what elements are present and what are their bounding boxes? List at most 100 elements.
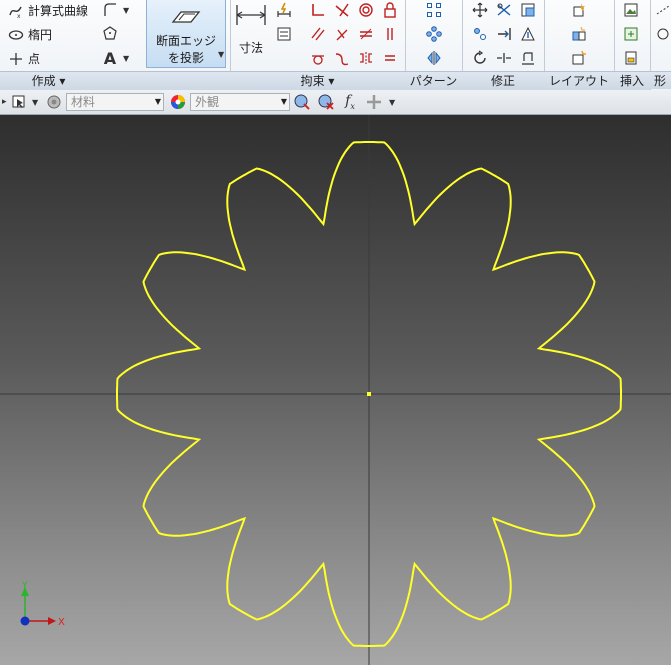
coincident-constraint-button[interactable] — [308, 0, 328, 20]
adjust-appearance-icon — [294, 94, 310, 110]
copy-button[interactable] — [470, 24, 490, 44]
project-cut-edges-button[interactable]: 断面エッジ を投影 — [146, 0, 226, 68]
acad-file-icon — [625, 51, 637, 65]
circular-pattern-button[interactable] — [424, 24, 444, 44]
constraint-panel-footer[interactable]: 拘束 ▾ — [230, 71, 405, 90]
vertical-constraint-button[interactable] — [380, 24, 400, 44]
y-axis-label: Y — [21, 581, 28, 591]
text-icon: A — [103, 48, 117, 68]
text-dropdown-arrow[interactable]: ▼ — [123, 54, 129, 63]
select-icon — [12, 95, 25, 108]
draw-panel-footer[interactable]: 作成 ▾ — [0, 71, 97, 90]
smooth-constraint-button[interactable] — [332, 48, 352, 68]
fillet-button[interactable] — [100, 0, 120, 20]
mirror-button[interactable] — [424, 48, 444, 68]
insert-panel-title: 挿入 — [619, 74, 644, 88]
x-arrowhead — [48, 617, 56, 625]
format-panel-footer: 形 — [650, 71, 671, 89]
sketch-graphics[interactable]: Y X — [0, 115, 671, 665]
move-icon — [472, 2, 488, 18]
dimension-button[interactable]: 寸法 — [233, 2, 269, 68]
layout-panel-footer: レイアウト — [544, 71, 614, 90]
constraint-panel-title: 拘束 — [300, 74, 325, 88]
create-block-button[interactable] — [569, 48, 589, 68]
point-command[interactable]: 点 — [8, 50, 40, 67]
project-dropdown-arrow[interactable]: ▼ — [218, 50, 224, 59]
select-mode-dropdown[interactable]: ▼ — [32, 98, 38, 107]
adjust-appearance-button[interactable] — [292, 92, 312, 112]
insert-points-button[interactable] — [621, 24, 641, 44]
symmetric-icon — [360, 52, 372, 64]
modify-panel-title: 修正 — [490, 74, 515, 88]
appearance-combo[interactable]: 外観 ▼ — [190, 93, 290, 111]
rotate-button[interactable] — [470, 48, 490, 68]
point-label: 点 — [28, 52, 41, 66]
modify-panel-footer: 修正 — [462, 71, 544, 90]
material-icon — [47, 95, 61, 109]
sketch-canvas[interactable]: Y X — [0, 115, 671, 665]
image-icon — [624, 3, 638, 17]
fillet-icon — [104, 3, 116, 16]
measure-dropdown[interactable]: ▼ — [389, 98, 395, 107]
rectangular-pattern-icon — [427, 3, 441, 17]
polygon-button[interactable] — [100, 23, 120, 43]
pattern-panel-title: パターン — [409, 74, 458, 88]
symmetric-constraint-button[interactable] — [356, 48, 376, 68]
crosshair-icon — [367, 95, 381, 109]
insert-image-button[interactable] — [621, 0, 641, 20]
split-icon — [497, 53, 511, 63]
horizontal-constraint-button[interactable] — [356, 24, 376, 44]
project-panel-footer — [145, 71, 230, 90]
draw-panel-footer-ext — [97, 71, 145, 90]
make-components-button[interactable] — [569, 24, 589, 44]
fillet-dropdown-arrow[interactable]: ▼ — [123, 6, 129, 15]
make-part-button[interactable] — [569, 0, 589, 20]
split-button[interactable] — [494, 48, 514, 68]
circular-pattern-icon — [426, 26, 442, 42]
show-constraints-button[interactable] — [274, 24, 294, 44]
stretch-button[interactable] — [518, 24, 538, 44]
appearance-dropdown-arrow: ▼ — [280, 97, 287, 106]
perpendicular-constraint-button[interactable] — [332, 24, 352, 44]
equal-constraint-button[interactable] — [380, 48, 400, 68]
dimension-label: 寸法 — [238, 41, 263, 55]
appearance-icon-button — [168, 92, 188, 112]
format-button-1[interactable] — [653, 0, 671, 20]
sketch-origin-point[interactable] — [367, 392, 371, 396]
material-combo[interactable]: 材料 ▼ — [66, 93, 164, 111]
concentric-icon — [359, 3, 373, 17]
fix-constraint-button[interactable] — [380, 0, 400, 20]
format-button-2[interactable] — [653, 24, 671, 44]
show-constraints-icon — [277, 27, 291, 41]
scale-button[interactable] — [518, 0, 538, 20]
create-block-icon — [572, 50, 586, 65]
collinear-constraint-button[interactable] — [332, 0, 352, 20]
rectangular-pattern-button[interactable] — [424, 0, 444, 20]
mirror-icon — [427, 51, 441, 65]
parallel-constraint-button[interactable] — [308, 24, 328, 44]
coincident-icon — [312, 4, 324, 16]
move-button[interactable] — [470, 0, 490, 20]
auto-dimension-icon — [277, 2, 291, 17]
clear-appearance-icon — [318, 94, 334, 110]
insert-acad-button[interactable] — [621, 48, 641, 68]
copy-icon — [474, 28, 486, 40]
lock-icon — [384, 2, 396, 18]
select-mode-button[interactable] — [9, 92, 29, 112]
measure-button[interactable] — [364, 92, 384, 112]
text-button[interactable]: A — [100, 48, 120, 68]
offset-button[interactable] — [518, 48, 538, 68]
svg-text:x: x — [17, 13, 21, 19]
appearance-value: 外観 — [195, 95, 220, 109]
trim-button[interactable] — [494, 0, 514, 20]
parallel-icon — [311, 27, 325, 41]
tangent-constraint-button[interactable] — [308, 48, 328, 68]
parameters-fx-button[interactable]: fx — [340, 92, 360, 112]
extend-button[interactable] — [494, 24, 514, 44]
concentric-constraint-button[interactable] — [356, 0, 376, 20]
equation-curve-command[interactable]: x 計算式曲線 — [8, 2, 88, 19]
trim-icon — [497, 3, 511, 16]
auto-dimension-button[interactable] — [274, 0, 294, 20]
clear-appearance-button[interactable] — [316, 92, 336, 112]
ellipse-command[interactable]: 楕円 — [8, 26, 52, 43]
